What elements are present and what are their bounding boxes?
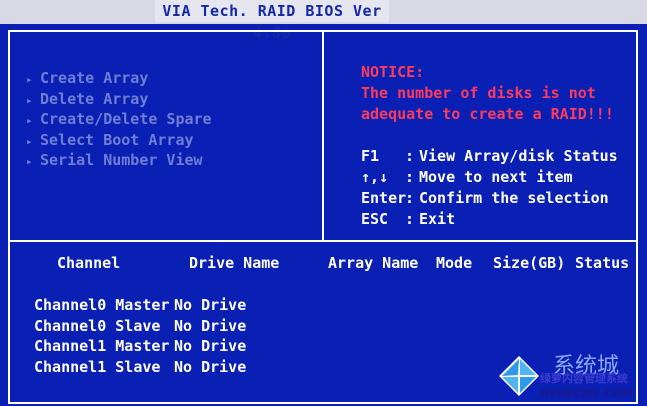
column-header-array-name: Array Name [328, 254, 419, 272]
horizontal-divider [8, 240, 638, 242]
arrow-right-icon: ▸ [26, 93, 33, 107]
arrow-right-icon: ▸ [26, 134, 33, 148]
menu-item-delete-array[interactable]: ▸ Delete Array [26, 89, 212, 110]
windows-logo-icon [499, 356, 539, 396]
title-bar: VIA Tech. RAID BIOS Ver 4.80 [0, 0, 647, 42]
table-row: Channel1 Master No Drive [34, 337, 247, 355]
key-help-enter: Enter: Confirm the selection [361, 189, 609, 207]
table-row: Channel0 Master No Drive [34, 296, 247, 314]
key-help-arrows: ↑,↓: Move to next item [361, 168, 573, 186]
key-help-f1: F1: View Array/disk Status [361, 147, 618, 165]
watermark-url: DEDECMS.COM [540, 387, 633, 400]
table-row: Channel1 Slave No Drive [34, 358, 247, 376]
arrow-right-icon: ▸ [26, 73, 33, 86]
bios-screen: VIA Tech. RAID BIOS Ver 4.80 ▸ Create Arr… [0, 0, 647, 406]
arrow-right-icon: ▸ [26, 114, 33, 127]
menu-item-select-boot-array[interactable]: ▸ Select Boot Array [26, 130, 212, 151]
vertical-divider [322, 30, 324, 242]
notice-line-2: adequate to create a RAID!!! [361, 105, 614, 123]
watermark-cn-text: 绿萝内容管理系统 [540, 372, 628, 385]
column-header-drive-name: Drive Name [189, 254, 280, 272]
menu-item-create-delete-spare[interactable]: ▸ Create/Delete Spare [26, 109, 212, 130]
key-help-esc: ESC: Exit [361, 210, 456, 228]
arrow-right-icon: ▸ [26, 155, 33, 168]
bios-title: VIA Tech. RAID BIOS Ver 4.80 [155, 0, 389, 42]
main-menu: ▸ Create Array ▸ Delete Array ▸ Create/Dele… [26, 68, 212, 171]
column-header-mode: Mode [436, 254, 473, 272]
menu-item-create-array[interactable]: ▸ Create Array [26, 68, 212, 89]
menu-item-serial-number-view[interactable]: ▸ Serial Number View [26, 150, 212, 171]
column-header-size: Size(GB) [493, 254, 566, 272]
table-row: Channel0 Slave No Drive [34, 317, 247, 335]
notice-title: NOTICE: [361, 63, 425, 81]
column-header-status: Status [575, 254, 630, 272]
notice-line-1: The number of disks is not [361, 84, 596, 102]
column-header-channel: Channel [57, 254, 121, 272]
